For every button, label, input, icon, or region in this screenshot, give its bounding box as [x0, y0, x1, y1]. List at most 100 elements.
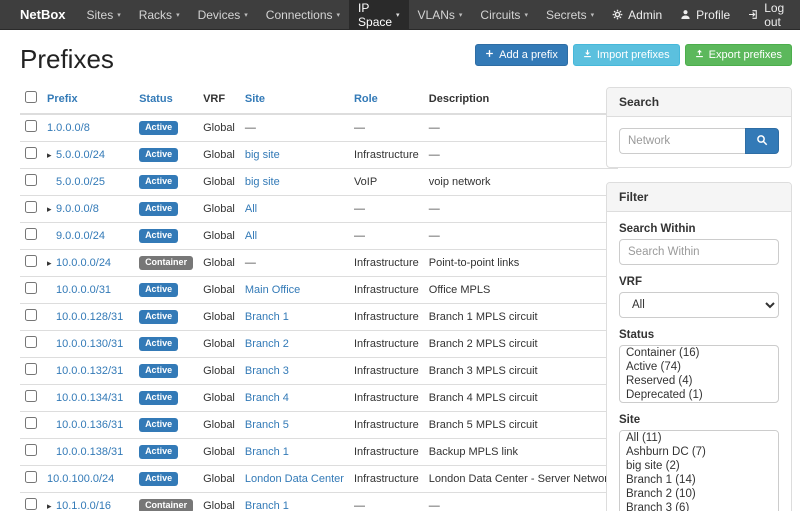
prefix-link[interactable]: 10.0.0.0/31 — [56, 284, 111, 296]
site-link[interactable]: big site — [245, 149, 280, 161]
role-value: Infrastructure — [354, 311, 419, 323]
row-checkbox[interactable] — [25, 174, 37, 186]
search-within-input[interactable] — [619, 239, 779, 265]
nav-item-label: Log out — [764, 1, 785, 29]
nav-logout-link[interactable]: Log out — [739, 0, 794, 29]
brand-link[interactable]: NetBox — [8, 0, 78, 29]
nav-item-sites[interactable]: Sites▾ — [78, 0, 130, 29]
filter-option[interactable]: Reserved (4) — [620, 374, 778, 388]
nav-item-racks[interactable]: Racks▾ — [130, 0, 189, 29]
nav-admin-link[interactable]: Admin — [603, 0, 671, 29]
prefix-link[interactable]: 9.0.0.0/24 — [56, 230, 105, 242]
chevron-down-icon: ▾ — [244, 11, 248, 19]
nav-item-secrets[interactable]: Secrets▾ — [537, 0, 603, 29]
row-checkbox[interactable] — [25, 363, 37, 375]
expand-caret-icon[interactable]: ▸ — [47, 150, 56, 161]
filter-option[interactable]: Container (16) — [620, 346, 778, 360]
site-link[interactable]: Branch 3 — [245, 365, 289, 377]
add-prefix-label: Add a prefix — [499, 49, 558, 61]
row-checkbox[interactable] — [25, 471, 37, 483]
status-badge: Active — [139, 445, 178, 459]
status-badge: Active — [139, 391, 178, 405]
nav-item-connections[interactable]: Connections▾ — [257, 0, 349, 29]
expand-caret-icon[interactable]: ▸ — [47, 501, 56, 511]
row-checkbox[interactable] — [25, 201, 37, 213]
site-link[interactable]: Main Office — [245, 284, 300, 296]
prefix-link[interactable]: 10.0.0.136/31 — [56, 419, 123, 431]
status-badge: Container — [139, 499, 193, 511]
row-checkbox[interactable] — [25, 336, 37, 348]
site-link[interactable]: Branch 4 — [245, 392, 289, 404]
expand-caret-icon[interactable]: ▸ — [47, 258, 56, 269]
filter-option[interactable]: Active (74) — [620, 360, 778, 374]
site-link[interactable]: All — [245, 203, 257, 215]
site-link[interactable]: Branch 1 — [245, 500, 289, 511]
prefix-link[interactable]: 10.1.0.0/16 — [56, 500, 111, 511]
header-role[interactable]: Role — [349, 87, 424, 114]
site-link[interactable]: London Data Center — [245, 473, 344, 485]
expand-caret-icon[interactable]: ▸ — [47, 204, 56, 215]
prefix-link[interactable]: 10.0.0.134/31 — [56, 392, 123, 404]
site-link[interactable]: Branch 2 — [245, 338, 289, 350]
prefix-link[interactable]: 10.0.0.0/24 — [56, 257, 111, 269]
nav-item-devices[interactable]: Devices▾ — [189, 0, 257, 29]
row-checkbox[interactable] — [25, 390, 37, 402]
prefix-link[interactable]: 10.0.0.138/31 — [56, 446, 123, 458]
site-link[interactable]: Branch 1 — [245, 311, 289, 323]
row-checkbox[interactable] — [25, 147, 37, 159]
row-checkbox[interactable] — [25, 228, 37, 240]
description-value: Point-to-point links — [429, 257, 520, 269]
prefix-link[interactable]: 10.0.0.128/31 — [56, 311, 123, 323]
role-value: Infrastructure — [354, 338, 419, 350]
nav-item-ip-space[interactable]: IP Space▾ — [349, 0, 409, 29]
role-value: Infrastructure — [354, 419, 419, 431]
site-link[interactable]: Branch 5 — [245, 419, 289, 431]
empty-value: — — [354, 230, 365, 242]
filter-option[interactable]: Branch 2 (10) — [620, 487, 778, 501]
vrf-filter-select[interactable]: All — [619, 292, 779, 318]
prefix-link[interactable]: 1.0.0.0/8 — [47, 122, 90, 134]
top-navbar: NetBox Sites▾ Racks▾ Devices▾ Connection… — [0, 0, 800, 30]
filter-option[interactable]: Deprecated (1) — [620, 388, 778, 402]
prefix-link[interactable]: 10.0.100.0/24 — [47, 473, 114, 485]
prefix-link[interactable]: 5.0.0.0/25 — [56, 176, 105, 188]
site-link[interactable]: Branch 1 — [245, 446, 289, 458]
nav-item-circuits[interactable]: Circuits▾ — [471, 0, 537, 29]
prefix-link[interactable]: 10.0.0.132/31 — [56, 365, 123, 377]
add-prefix-button[interactable]: Add a prefix — [475, 44, 568, 66]
site-link[interactable]: All — [245, 230, 257, 242]
search-button[interactable] — [745, 128, 779, 154]
row-checkbox[interactable] — [25, 120, 37, 132]
row-checkbox[interactable] — [25, 255, 37, 267]
import-prefixes-button[interactable]: Import prefixes — [573, 44, 680, 66]
prefix-link[interactable]: 9.0.0.0/8 — [56, 203, 99, 215]
filter-option[interactable]: Ashburn DC (7) — [620, 445, 778, 459]
vrf-value: Global — [203, 419, 235, 431]
prefix-link[interactable]: 5.0.0.0/24 — [56, 149, 105, 161]
row-checkbox[interactable] — [25, 498, 37, 510]
filter-option[interactable]: big site (2) — [620, 459, 778, 473]
header-status[interactable]: Status — [134, 87, 198, 114]
filter-option[interactable]: Branch 3 (6) — [620, 501, 778, 511]
header-prefix[interactable]: Prefix — [42, 87, 134, 114]
filter-option[interactable]: Branch 1 (14) — [620, 473, 778, 487]
site-filter-list[interactable]: All (11)Ashburn DC (7)big site (2)Branch… — [619, 430, 779, 511]
row-checkbox[interactable] — [25, 417, 37, 429]
row-checkbox[interactable] — [25, 309, 37, 321]
row-checkbox[interactable] — [25, 444, 37, 456]
nav-profile-link[interactable]: Profile — [671, 0, 739, 29]
nav-item-label: Devices — [198, 8, 241, 22]
prefix-link[interactable]: 10.0.0.130/31 — [56, 338, 123, 350]
filter-option[interactable]: All (11) — [620, 431, 778, 445]
nav-item-label: Racks — [139, 8, 172, 22]
nav-item-vlans[interactable]: VLANs▾ — [409, 0, 472, 29]
row-checkbox[interactable] — [25, 282, 37, 294]
export-prefixes-button[interactable]: Export prefixes — [685, 44, 792, 66]
vrf-value: Global — [203, 446, 235, 458]
search-input[interactable] — [619, 128, 745, 154]
status-filter-list[interactable]: Container (16)Active (74)Reserved (4)Dep… — [619, 345, 779, 403]
select-all-checkbox[interactable] — [25, 91, 37, 103]
header-site[interactable]: Site — [240, 87, 349, 114]
gear-icon — [612, 9, 623, 20]
site-link[interactable]: big site — [245, 176, 280, 188]
